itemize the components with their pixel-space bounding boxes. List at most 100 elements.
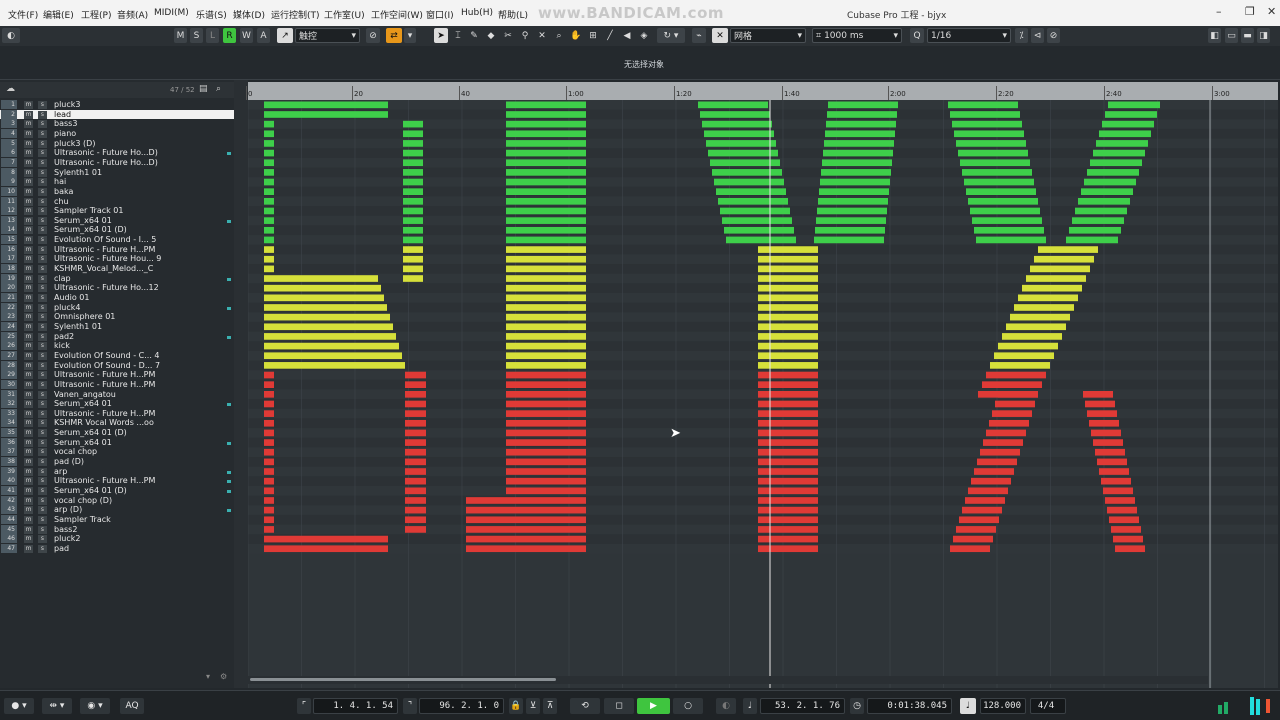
track-mute-button[interactable]: m [24,535,33,544]
event-part[interactable] [506,265,586,273]
event-part[interactable] [403,226,423,234]
track-row[interactable]: 42 m s vocal chop (D) [0,495,234,506]
metronome-mode-icon[interactable]: ◉ ▾ [80,698,110,714]
event-part[interactable] [405,439,426,446]
event-part[interactable] [758,391,818,398]
menu-item[interactable]: 工作空间(W) [371,8,423,21]
event-part[interactable] [264,448,274,456]
track-solo-button[interactable]: s [38,419,47,428]
event-part[interactable] [264,226,274,234]
maximize-icon[interactable]: ❐ [1245,5,1255,18]
soft-quantize-icon[interactable]: ⊘ [1047,28,1060,43]
track-solo-button[interactable]: s [38,332,47,341]
track-solo-button[interactable]: s [38,487,47,495]
event-part[interactable] [403,255,423,263]
event-part[interactable] [264,294,274,302]
event-part[interactable] [403,265,423,273]
event-part[interactable] [405,506,426,514]
event-part[interactable] [965,497,1005,504]
event-part[interactable] [1081,188,1133,195]
track-solo-button[interactable]: s [38,110,47,119]
event-part[interactable] [758,468,818,475]
event-part[interactable] [1113,535,1143,543]
track-mute-button[interactable]: m [24,525,33,534]
event-part[interactable] [506,275,586,282]
track-row[interactable]: 9 m s hai [0,177,234,187]
track-row[interactable]: 12 m s Sampler Track 01 [0,206,234,216]
track-row[interactable]: 41 m s Serum_x64 01 (D) [0,486,234,496]
track-mute-button[interactable]: m [24,274,33,283]
track-solo-button[interactable]: s [38,351,47,360]
track-solo-button[interactable]: s [38,101,47,109]
event-part[interactable] [264,178,274,186]
event-part[interactable] [264,246,274,253]
event-part[interactable] [264,101,274,109]
track-mute-button[interactable]: m [24,226,33,235]
event-part[interactable] [970,207,1040,215]
event-part[interactable] [264,400,274,408]
track-mute-button[interactable]: m [24,371,33,380]
track-row[interactable]: 3 m s bass3 [0,119,234,129]
event-part[interactable] [506,448,586,456]
event-part[interactable] [264,516,274,524]
track-mute-button[interactable]: m [24,496,33,505]
event-part[interactable] [758,381,818,388]
track-solo-button[interactable]: s [38,467,47,476]
event-part[interactable] [506,400,586,408]
event-part[interactable] [506,477,586,485]
automation-mode-icon[interactable]: ↗ [277,28,293,43]
event-part[interactable] [506,371,586,379]
event-part[interactable] [405,400,426,408]
event-part[interactable] [819,188,889,195]
event-part[interactable] [506,130,586,138]
track-mute-button[interactable]: m [24,322,33,331]
scroll-thumb[interactable] [250,678,556,681]
event-part[interactable] [995,400,1035,408]
position-display[interactable]: 53. 2. 1. 76 [760,698,845,714]
track-row[interactable]: 40 m s Ultrasonic - Future H...PM [0,476,234,486]
event-part[interactable] [818,198,888,205]
event-part[interactable] [1087,169,1139,176]
event-part[interactable] [264,410,274,417]
event-part[interactable] [506,468,586,475]
event-part[interactable] [758,497,818,504]
event-part[interactable] [986,429,1026,437]
right-locator-display[interactable]: 96. 2. 1. 0 [419,698,504,714]
event-part[interactable] [405,371,426,379]
event-part[interactable] [700,111,770,118]
track-row[interactable]: 19 m s clap [0,273,234,284]
track-mute-button[interactable]: m [24,255,33,264]
track-solo-button[interactable]: s [38,477,47,486]
event-part[interactable] [1103,487,1133,495]
event-part[interactable] [1030,265,1090,273]
track-row[interactable]: 2 m s lead [0,109,234,120]
punch-out-icon[interactable]: ⊼ [543,698,557,714]
track-row[interactable]: 22 m s pluck4 [0,302,234,313]
event-part[interactable] [1072,217,1124,224]
cycle-button[interactable]: ⟲ [570,698,600,714]
event-part[interactable] [1105,497,1135,504]
event-part[interactable] [820,178,890,186]
event-part[interactable] [518,506,586,514]
event-part[interactable] [825,130,895,138]
track-row[interactable]: 37 m s vocal chop [0,447,234,457]
event-part[interactable] [953,535,993,543]
event-part[interactable] [1108,101,1160,109]
track-solo-button[interactable]: s [38,544,47,553]
event-part[interactable] [724,226,794,234]
event-part[interactable] [1091,429,1121,437]
event-part[interactable] [974,226,1044,234]
track-row[interactable]: 36 m s Serum_x64 01 [0,437,234,448]
track-mute-button[interactable]: m [24,409,33,418]
read-button[interactable]: R [223,28,236,43]
event-part[interactable] [976,236,1046,244]
event-part[interactable] [950,111,1020,118]
track-mute-button[interactable]: m [24,265,33,274]
event-part[interactable] [821,169,891,176]
pencil-tool-icon[interactable]: ✎ [467,28,481,43]
event-part[interactable] [1087,410,1117,417]
track-solo-button[interactable]: s [38,178,47,187]
event-part[interactable] [405,448,426,456]
event-part[interactable] [758,448,818,456]
track-row[interactable]: 7 m s Ultrasonic - Future Ho...D) [0,157,234,168]
